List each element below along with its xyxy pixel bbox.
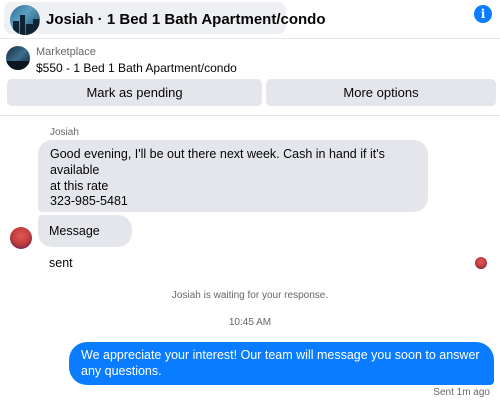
seen-receipt-avatar: [475, 257, 487, 269]
listing-thumbnail[interactable]: [6, 46, 30, 70]
header-title: Josiah · 1 Bed 1 Bath Apartment/condo: [46, 11, 326, 28]
header-divider: [0, 38, 500, 39]
sender-name: Josiah: [50, 127, 79, 138]
waiting-notice: Josiah is waiting for your response.: [171, 290, 329, 301]
message-phone: 323-985-5481: [50, 194, 128, 208]
listing-avatar: [10, 5, 40, 35]
mark-as-pending-button[interactable]: Mark as pending: [7, 79, 262, 106]
message-timestamp: 10:45 AM: [228, 317, 272, 328]
outgoing-message[interactable]: We appreciate your interest! Our team wi…: [69, 342, 494, 385]
incoming-message[interactable]: Message sent: [38, 215, 132, 270]
more-options-button[interactable]: More options: [266, 79, 496, 106]
conversation-header: Josiah · 1 Bed 1 Bath Apartment/condo i: [0, 0, 500, 38]
info-icon[interactable]: i: [474, 5, 492, 23]
header-title-chip[interactable]: Josiah · 1 Bed 1 Bath Apartment/condo: [4, 2, 326, 35]
incoming-message[interactable]: Good evening, I'll be out there next wee…: [38, 140, 428, 212]
listing-source: Marketplace: [36, 46, 96, 58]
listing-divider: [0, 115, 500, 116]
sent-status: Sent 1m ago: [433, 387, 490, 398]
message-line: at this rate: [50, 179, 109, 193]
message-line: Good evening, I'll be out there next wee…: [50, 147, 385, 177]
listing-title[interactable]: $550 - 1 Bed 1 Bath Apartment/condo: [36, 61, 237, 75]
sender-avatar[interactable]: [10, 227, 32, 249]
